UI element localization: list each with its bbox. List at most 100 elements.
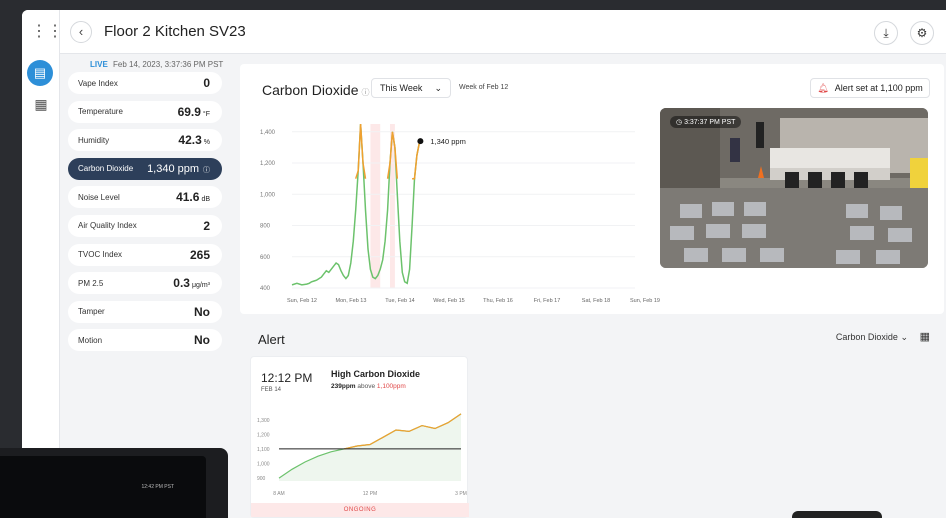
- sensor-label: Vape Index: [78, 78, 118, 88]
- grid-icon[interactable]: ⋮⋮: [31, 22, 63, 42]
- y-tick-label: 1,100: [257, 447, 270, 453]
- y-tick-label: 1,000: [257, 462, 270, 468]
- alert-section: Alert Carbon Dioxide ⌄ ▦ 12:12 PM FEB 14…: [240, 320, 944, 518]
- x-tick-label: 3 PM: [455, 491, 467, 497]
- sensor-label: Air Quality Index: [78, 221, 137, 231]
- sensor-row[interactable]: Motion No: [68, 329, 222, 352]
- alert-heading: Alert: [258, 332, 285, 347]
- sensor-label: Carbon Dioxide: [78, 164, 134, 174]
- range-select[interactable]: This Week ⌄: [371, 78, 451, 98]
- top-bar: ‹ Floor 2 Kitchen SV23 ⤓ ⚙: [60, 10, 946, 54]
- sensor-value: 2: [203, 218, 210, 233]
- chevron-down-icon: ⌄: [900, 332, 908, 342]
- sensor-value: 69.9 °F: [177, 104, 210, 119]
- x-tick-label: Sun, Feb 19: [630, 298, 660, 304]
- x-tick-label: Wed, Feb 15: [433, 298, 464, 304]
- sensor-value: 1,340 ppm ⓘ: [147, 162, 210, 175]
- camera-feed[interactable]: ◷ 3:37:37 PM PST: [660, 108, 928, 268]
- sensor-row[interactable]: Vape Index 0: [68, 72, 222, 94]
- alert-detail: 239ppm above 1,100ppm: [331, 383, 406, 390]
- y-tick-label: 1,300: [257, 418, 270, 424]
- series-area: [279, 413, 461, 481]
- x-tick-label: Thu, Feb 16: [483, 298, 513, 304]
- co2-line-chart: 400 600 800 1,000 1,200 1,400 Sun, Feb 12 Mon, …: [260, 123, 660, 304]
- sensor-value: 41.6 dB: [176, 190, 210, 205]
- sensor-row[interactable]: Tamper No: [68, 300, 222, 323]
- current-point: [417, 138, 424, 145]
- y-tick-label: 900: [257, 476, 266, 482]
- x-tick-label: Sun, Feb 12: [287, 298, 317, 304]
- y-tick-label: 600: [260, 255, 271, 261]
- live-timestamp: Feb 14, 2023, 3:37:36 PM PST: [113, 60, 224, 69]
- sensor-value: 42.3%: [178, 133, 210, 148]
- sensor-label: TVOC Index: [78, 250, 123, 260]
- x-tick-label: Sat, Feb 18: [582, 298, 610, 304]
- x-tick-label: 8 AM: [273, 491, 284, 497]
- sensor-label: Humidity: [78, 135, 110, 145]
- gear-icon[interactable]: ⚙: [910, 21, 934, 45]
- series-line: [291, 123, 422, 286]
- alert-filter-select[interactable]: Carbon Dioxide ⌄: [836, 332, 908, 343]
- sensor-row[interactable]: TVOC Index 265: [68, 243, 222, 266]
- y-tick-label: 1,400: [260, 130, 276, 136]
- calendar-icon[interactable]: ▦: [920, 330, 930, 343]
- device-icon[interactable]: ▤: [27, 60, 53, 86]
- page-title: Floor 2 Kitchen SV23: [104, 23, 246, 40]
- sensor-row[interactable]: Carbon Dioxide 1,340 ppm ⓘ: [68, 157, 222, 180]
- sensor-label: PM 2.5: [78, 278, 104, 288]
- app-screen: ⋮⋮ ▤ ▦ ‹ Floor 2 Kitchen SV23 ⤓ ⚙ LIVE F…: [22, 10, 946, 518]
- x-tick-label: 12 PM: [363, 491, 377, 497]
- alert-status-badge: ONGOING: [251, 503, 469, 517]
- alert-title: High Carbon Dioxide: [331, 369, 421, 379]
- week-of-label: Week of Feb 12: [459, 84, 509, 91]
- y-tick-label: 1,200: [257, 432, 270, 438]
- sensor-label: Temperature: [78, 107, 123, 117]
- alert-date: FEB 14: [261, 387, 282, 393]
- x-tick-label: Mon, Feb 13: [336, 298, 367, 304]
- current-value-label: 1,340 ppm: [430, 137, 465, 146]
- chart-panel: Carbon Dioxide ⓘ This Week ⌄ Week of Feb 1…: [240, 64, 944, 314]
- y-tick-label: 800: [260, 224, 271, 230]
- chevron-left-icon[interactable]: ‹: [70, 21, 92, 43]
- camera-image: [660, 108, 928, 268]
- camera-timestamp: ◷ 3:37:37 PM PST: [670, 116, 742, 128]
- alert-card[interactable]: 12:12 PM FEB 14 High Carbon Dioxide 239p…: [250, 356, 469, 518]
- sensor-row[interactable]: Air Quality Index 2: [68, 214, 222, 237]
- chevron-down-icon: ⌄: [434, 83, 442, 93]
- download-icon[interactable]: ⤓: [874, 21, 898, 45]
- sensor-label: Noise Level: [78, 192, 120, 202]
- tablet-timestamp: 12:42 PM PST: [141, 484, 174, 490]
- alert-band: [370, 124, 381, 288]
- tablet-screen: 12:42 PM PST: [0, 456, 206, 518]
- alert-mini-chart: 900 1,000 1,100 1,200 1,300 8 AM 12 PM 3 PM: [257, 413, 467, 497]
- x-tick-label: Fri, Feb 17: [534, 298, 561, 304]
- alert-threshold-button[interactable]: 🔔︎ Alert set at 1,100 ppm: [810, 78, 930, 98]
- live-badge: LIVE: [90, 60, 108, 69]
- device-edge: [792, 511, 882, 518]
- sensor-value: 0: [203, 76, 210, 90]
- sensor-row[interactable]: PM 2.5 0.3 μg/m³: [68, 272, 222, 295]
- bell-icon: 🔔︎: [817, 83, 829, 93]
- sensor-label: Motion: [78, 335, 103, 345]
- sensor-value: No: [194, 333, 210, 348]
- sensor-value: 265: [189, 247, 210, 262]
- clock-icon: ◷: [676, 119, 685, 126]
- info-icon[interactable]: ⓘ: [362, 88, 370, 97]
- apps-icon[interactable]: ▦: [31, 96, 51, 116]
- sensor-row[interactable]: Noise Level 41.6 dB: [68, 186, 222, 209]
- sensor-list: LIVE Feb 14, 2023, 3:37:36 PM PST Vape I…: [68, 60, 224, 358]
- y-tick-label: 400: [260, 286, 271, 292]
- sensor-value: 0.3 μg/m³: [173, 276, 210, 291]
- sensor-row[interactable]: Humidity 42.3%: [68, 129, 222, 152]
- chart-title: Carbon Dioxide ⓘ: [262, 82, 370, 98]
- sensor-row[interactable]: Temperature 69.9 °F: [68, 100, 222, 123]
- tablet-device: 12:42 PM PST: [0, 448, 228, 518]
- y-tick-label: 1,000: [260, 192, 276, 198]
- y-tick-label: 1,200: [260, 161, 276, 167]
- x-tick-label: Tue, Feb 14: [385, 298, 414, 304]
- live-status: LIVE Feb 14, 2023, 3:37:36 PM PST: [90, 60, 224, 72]
- sensor-label: Tamper: [78, 307, 105, 317]
- alert-time: 12:12 PM: [261, 371, 313, 385]
- series-line-over-threshold: [412, 140, 422, 180]
- left-rail: ⋮⋮ ▤ ▦: [22, 10, 63, 518]
